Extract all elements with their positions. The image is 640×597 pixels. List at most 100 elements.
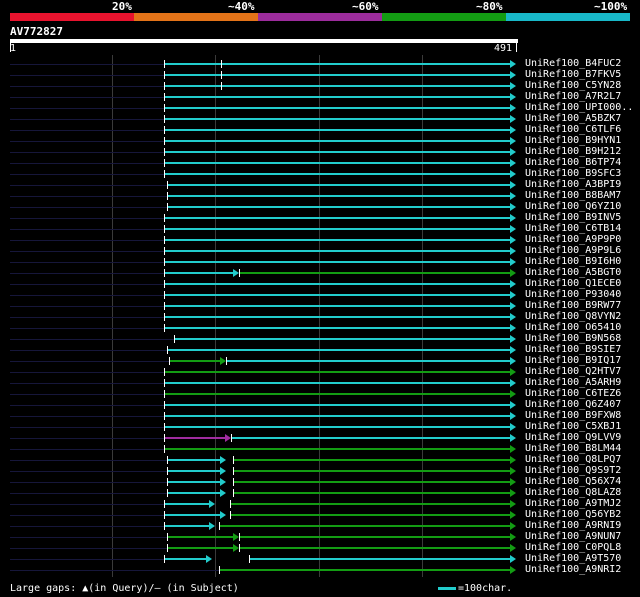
alignment-segment[interactable] xyxy=(163,261,510,263)
alignment-segment[interactable] xyxy=(166,481,220,483)
hit-label[interactable]: UniRef100_A9T570 xyxy=(525,553,621,564)
alignment-segment[interactable] xyxy=(239,272,510,274)
alignment-segment[interactable] xyxy=(233,481,510,483)
alignment-segment[interactable] xyxy=(163,107,510,109)
alignment-segment[interactable] xyxy=(163,129,510,131)
hit-label[interactable]: UniRef100_UPI000.. xyxy=(525,102,633,113)
alignment-segment[interactable] xyxy=(166,459,220,461)
alignment-segment[interactable] xyxy=(163,525,210,527)
hit-label[interactable]: UniRef100_A5BGT0 xyxy=(525,267,621,278)
hit-label[interactable]: UniRef100_B9RW77 xyxy=(525,300,621,311)
alignment-segment[interactable] xyxy=(248,558,510,560)
hit-label[interactable]: UniRef100_B8BAM7 xyxy=(525,190,621,201)
alignment-segment[interactable] xyxy=(163,74,510,76)
alignment-segment[interactable] xyxy=(233,459,510,461)
hit-label[interactable]: UniRef100_B9FXW8 xyxy=(525,410,621,421)
alignment-segment[interactable] xyxy=(163,503,210,505)
alignment-segment[interactable] xyxy=(166,184,510,186)
hit-label[interactable]: UniRef100_Q9S9T2 xyxy=(525,465,621,476)
alignment-segment[interactable] xyxy=(163,558,207,560)
alignment-segment[interactable] xyxy=(163,404,510,406)
hit-label[interactable]: UniRef100_Q56YB2 xyxy=(525,509,621,520)
hit-label[interactable]: UniRef100_C6TEZ6 xyxy=(525,388,621,399)
alignment-segment[interactable] xyxy=(163,305,510,307)
hit-label[interactable]: UniRef100_Q56X74 xyxy=(525,476,621,487)
alignment-segment[interactable] xyxy=(225,360,510,362)
hit-label[interactable]: UniRef100_Q2HTV7 xyxy=(525,366,621,377)
alignment-segment[interactable] xyxy=(163,151,510,153)
hit-label[interactable]: UniRef100_C6TLF6 xyxy=(525,124,621,135)
hit-label[interactable]: UniRef100_Q8VYN2 xyxy=(525,311,621,322)
hit-label[interactable]: UniRef100_B9I6H0 xyxy=(525,256,621,267)
alignment-segment[interactable] xyxy=(163,327,510,329)
hit-label[interactable]: UniRef100_A7R2L7 xyxy=(525,91,621,102)
alignment-segment[interactable] xyxy=(239,536,510,538)
hit-label[interactable]: UniRef100_B4FUC2 xyxy=(525,58,621,69)
hit-label[interactable]: UniRef100_A3BPI9 xyxy=(525,179,621,190)
hit-label[interactable]: UniRef100_Q6YZ10 xyxy=(525,201,621,212)
hit-label[interactable]: UniRef100_C5YN28 xyxy=(525,80,621,91)
hit-label[interactable]: UniRef100_A9P9L6 xyxy=(525,245,621,256)
hit-label[interactable]: UniRef100_B9HYN1 xyxy=(525,135,621,146)
hit-label[interactable]: UniRef100_B9IQ17 xyxy=(525,355,621,366)
alignment-segment[interactable] xyxy=(166,536,234,538)
alignment-segment[interactable] xyxy=(218,525,510,527)
alignment-segment[interactable] xyxy=(230,437,510,439)
hit-label[interactable]: UniRef100_A5BZK7 xyxy=(525,113,621,124)
hit-label[interactable]: UniRef100_B6TP74 xyxy=(525,157,621,168)
alignment-segment[interactable] xyxy=(166,349,510,351)
alignment-segment[interactable] xyxy=(163,272,234,274)
alignment-segment[interactable] xyxy=(163,173,510,175)
hit-label[interactable]: UniRef100_A9NRI2 xyxy=(525,564,621,575)
alignment-segment[interactable] xyxy=(166,547,234,549)
alignment-segment[interactable] xyxy=(163,228,510,230)
alignment-segment[interactable] xyxy=(163,118,510,120)
hit-label[interactable]: UniRef100_C5XBJ1 xyxy=(525,421,621,432)
hit-label[interactable]: UniRef100_C6TB14 xyxy=(525,223,621,234)
hit-label[interactable]: UniRef100_Q9LVV9 xyxy=(525,432,621,443)
hit-label[interactable]: UniRef100_B9SIE7 xyxy=(525,344,621,355)
alignment-segment[interactable] xyxy=(163,514,220,516)
alignment-segment[interactable] xyxy=(163,96,510,98)
alignment-segment[interactable] xyxy=(233,492,510,494)
hit-label[interactable]: UniRef100_C0PQL8 xyxy=(525,542,621,553)
alignment-segment[interactable] xyxy=(166,195,510,197)
alignment-segment[interactable] xyxy=(163,250,510,252)
hit-label[interactable]: UniRef100_B9H212 xyxy=(525,146,621,157)
alignment-segment[interactable] xyxy=(163,437,225,439)
alignment-segment[interactable] xyxy=(166,206,510,208)
hit-label[interactable]: UniRef100_Q1ECE0 xyxy=(525,278,621,289)
alignment-segment[interactable] xyxy=(163,140,510,142)
hit-label[interactable]: UniRef100_Q8LAZ8 xyxy=(525,487,621,498)
hit-label[interactable]: UniRef100_Q8LPQ7 xyxy=(525,454,621,465)
alignment-segment[interactable] xyxy=(218,569,510,571)
alignment-segment[interactable] xyxy=(163,85,510,87)
hit-label[interactable]: UniRef100_B9INV5 xyxy=(525,212,621,223)
alignment-segment[interactable] xyxy=(163,426,510,428)
hit-label[interactable]: UniRef100_A9TMJ2 xyxy=(525,498,621,509)
hit-label[interactable]: UniRef100_A5ARH9 xyxy=(525,377,621,388)
hit-label[interactable]: UniRef100_O65410 xyxy=(525,322,621,333)
alignment-segment[interactable] xyxy=(163,316,510,318)
hit-label[interactable]: UniRef100_B8LM44 xyxy=(525,443,621,454)
alignment-segment[interactable] xyxy=(163,217,510,219)
alignment-segment[interactable] xyxy=(166,470,220,472)
alignment-segment[interactable] xyxy=(229,514,510,516)
alignment-segment[interactable] xyxy=(163,162,510,164)
alignment-segment[interactable] xyxy=(174,338,510,340)
alignment-segment[interactable] xyxy=(163,393,510,395)
alignment-segment[interactable] xyxy=(163,382,510,384)
alignment-segment[interactable] xyxy=(169,360,220,362)
alignment-segment[interactable] xyxy=(239,547,510,549)
alignment-segment[interactable] xyxy=(163,239,510,241)
alignment-segment[interactable] xyxy=(163,283,510,285)
hit-label[interactable]: UniRef100_A9P9P0 xyxy=(525,234,621,245)
hit-label[interactable]: UniRef100_B9N568 xyxy=(525,333,621,344)
hit-label[interactable]: UniRef100_P93040 xyxy=(525,289,621,300)
hit-label[interactable]: UniRef100_Q6Z407 xyxy=(525,399,621,410)
alignment-segment[interactable] xyxy=(233,470,510,472)
hit-label[interactable]: UniRef100_B9SFC3 xyxy=(525,168,621,179)
alignment-segment[interactable] xyxy=(229,503,510,505)
hit-label[interactable]: UniRef100_A9NUN7 xyxy=(525,531,621,542)
hit-label[interactable]: UniRef100_B7FKV5 xyxy=(525,69,621,80)
